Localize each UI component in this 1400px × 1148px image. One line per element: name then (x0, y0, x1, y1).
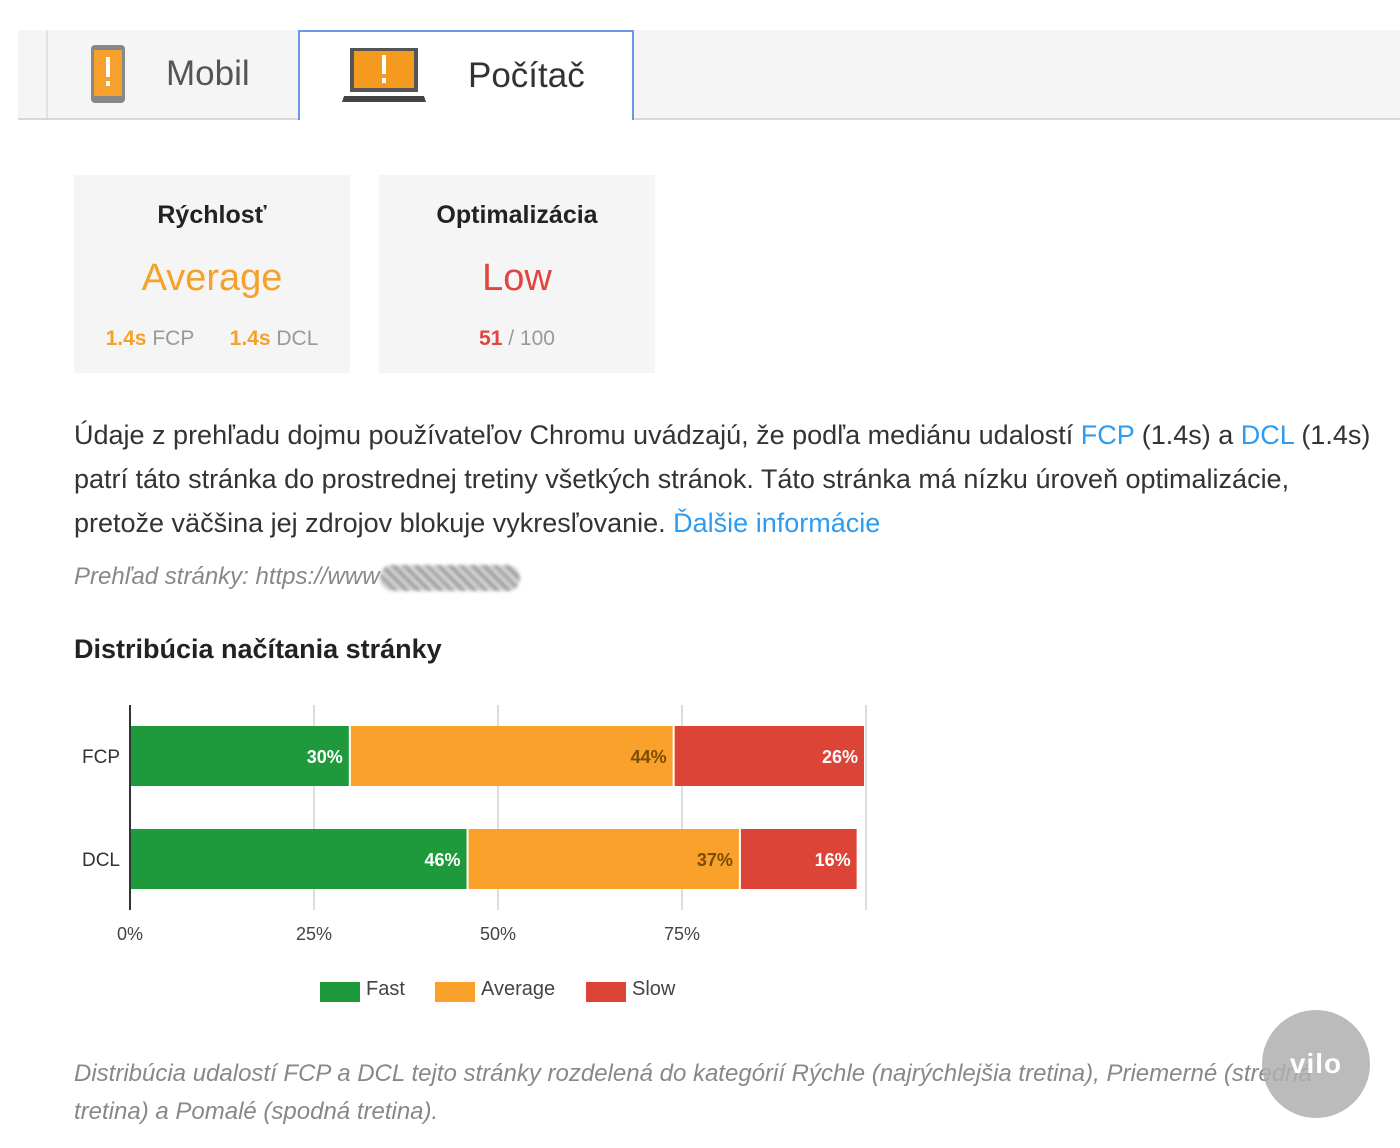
speed-rating: Average (141, 257, 283, 299)
summary-text: Údaje z prehľadu dojmu používateľov Chro… (74, 413, 1374, 545)
bar-value-label: 37% (697, 850, 733, 870)
legend-average-label: Average (481, 978, 556, 1000)
optimization-card: Optimalizácia Low 51 / 100 (379, 175, 655, 373)
section-title: Distribúcia načítania stránky (74, 634, 442, 664)
chart-footnote: Distribúcia udalostí FCP a DCL tejto str… (74, 1060, 1312, 1125)
bar-value-label: 46% (425, 850, 461, 870)
laptop-warning-icon (342, 48, 426, 102)
category-label: DCL (82, 850, 120, 871)
score-value: 51 (479, 327, 503, 350)
load-distribution-chart: FCP 30% 44% 26% DCL 46% 37% 16% 0% 25% 50% 75% (82, 705, 867, 944)
speed-card: Rýchlosť Average 1.4s FCP 1.4s DCL (74, 175, 350, 373)
speed-card-title: Rýchlosť (157, 201, 267, 229)
dcl-label: DCL (276, 327, 319, 350)
legend-fast-label: Fast (366, 978, 405, 1000)
bar-value-label: 16% (815, 850, 851, 870)
device-tabs: Mobil Počítač (18, 30, 1400, 120)
speed-metrics: 1.4s FCP 1.4s DCL (74, 327, 350, 351)
legend-slow-swatch (586, 982, 626, 1002)
x-tick-label: 25% (296, 924, 332, 944)
tab-desktop[interactable]: Počítač (298, 30, 634, 120)
x-tick-label: 0% (117, 924, 143, 944)
summary-part-2: (1.4s) a (1134, 420, 1241, 450)
fcp-link[interactable]: FCP (1081, 420, 1135, 450)
mobile-phone-warning-icon (91, 45, 125, 103)
legend-fast-swatch (320, 982, 360, 1002)
fcp-value: 1.4s (105, 327, 147, 350)
score-max: / 100 (508, 327, 555, 350)
x-tick-label: 50% (480, 924, 516, 944)
bar-value-label: 44% (631, 747, 667, 767)
optimization-score: 51 / 100 (379, 327, 655, 351)
dcl-link[interactable]: DCL (1241, 420, 1294, 450)
tab-mobile[interactable]: Mobil (46, 30, 298, 118)
tab-mobile-label: Mobil (166, 54, 250, 93)
bar-segment (130, 829, 467, 889)
more-info-link[interactable]: Ďalšie informácie (673, 508, 880, 538)
watermark-logo: vilo (1262, 1010, 1370, 1118)
bar-value-label: 26% (822, 747, 858, 767)
blurred-url (379, 564, 520, 591)
x-tick-label: 75% (664, 924, 700, 944)
dcl-value: 1.4s (229, 327, 271, 350)
tab-desktop-label: Počítač (468, 56, 585, 95)
bar-segment (350, 726, 673, 786)
legend-slow-label: Slow (632, 978, 676, 1000)
bar-value-label: 30% (307, 747, 343, 767)
legend-average-swatch (435, 982, 475, 1002)
optimization-card-title: Optimalizácia (436, 201, 598, 229)
optimization-rating: Low (482, 257, 552, 299)
page-overview-label: Prehľad stránky: https://www (74, 563, 380, 590)
page-overview: Prehľad stránky: https://www (74, 563, 520, 591)
fcp-label: FCP (152, 327, 194, 350)
category-label: FCP (82, 747, 120, 768)
summary-part-1: Údaje z prehľadu dojmu používateľov Chro… (74, 420, 1081, 450)
